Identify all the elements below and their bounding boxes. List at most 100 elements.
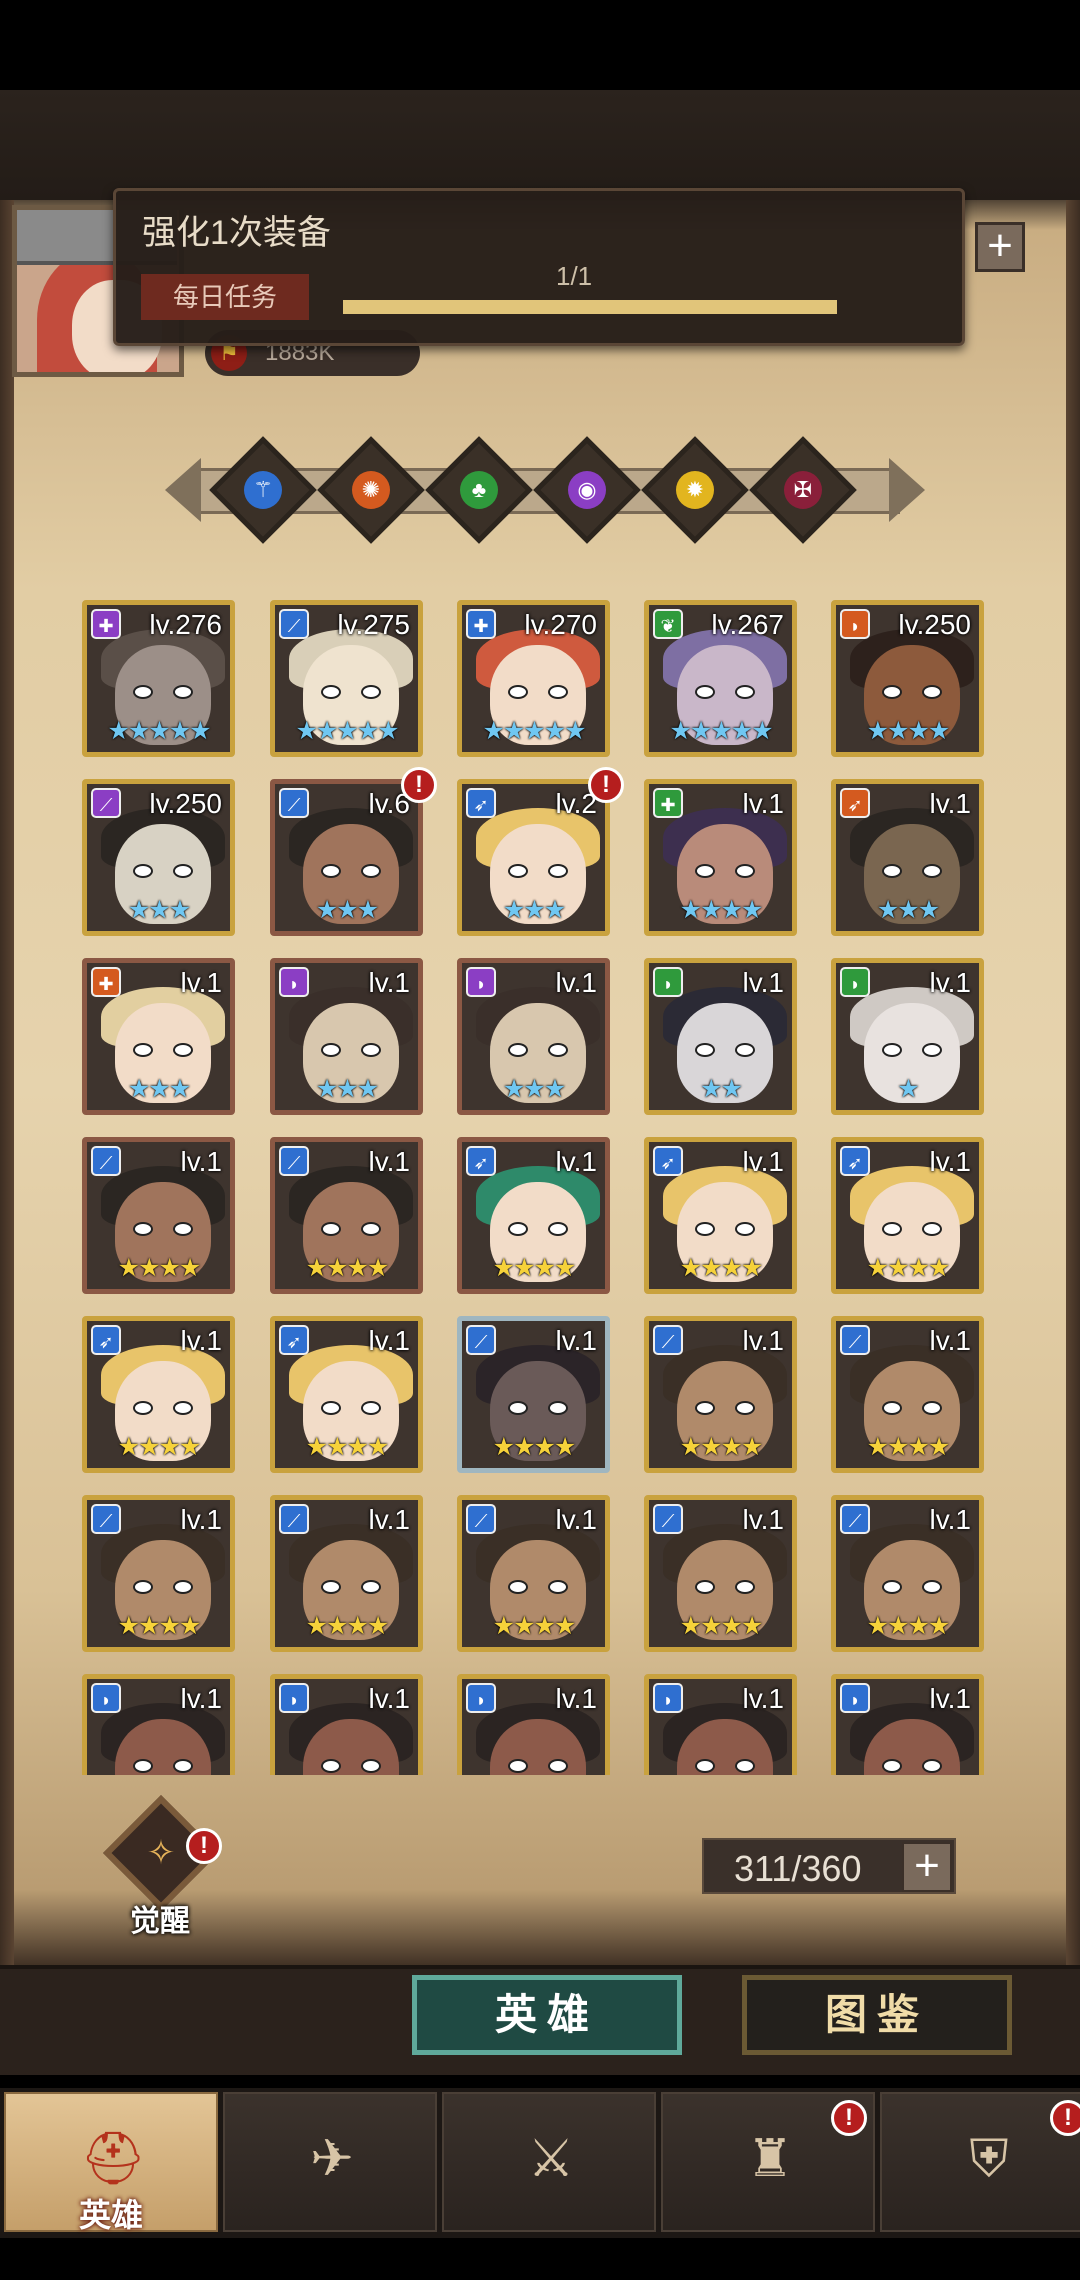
- hero-alert-badge: !: [588, 767, 624, 803]
- hero-class-icon: ◗: [653, 967, 683, 997]
- hero-card[interactable]: ⟋ lv.1 ★★★★: [270, 1495, 423, 1652]
- hero-card[interactable]: ⟋ lv.1 ★★★★: [644, 1495, 797, 1652]
- hero-eye: [133, 1580, 153, 1594]
- filter-left-arrow-icon[interactable]: [165, 458, 201, 522]
- hero-eye: [321, 864, 341, 878]
- hero-card[interactable]: ◗ lv.1 ★★★: [457, 958, 610, 1115]
- faction-filter-1[interactable]: ✺: [317, 436, 425, 544]
- hero-eye: [361, 1401, 381, 1415]
- hero-card[interactable]: ➶ lv.1 ★★★★: [82, 1316, 235, 1473]
- nav-battle[interactable]: ⚔: [442, 2092, 656, 2232]
- hero-eye: [735, 864, 755, 878]
- hero-card[interactable]: ◗ lv.250 ★★★★: [831, 600, 984, 757]
- hero-eye: [173, 1222, 193, 1236]
- hero-card[interactable]: ⟋ lv.1 ★★★★: [82, 1137, 235, 1294]
- hero-eye: [548, 1222, 568, 1236]
- status-bar: [0, 0, 1080, 90]
- faction-filter-2[interactable]: ♣: [425, 436, 533, 544]
- hero-card[interactable]: ❦ lv.267 ★★★★★: [644, 600, 797, 757]
- hero-class-icon: ◗: [840, 609, 870, 639]
- nav-heroes[interactable]: ⛑ 英雄: [4, 2092, 218, 2233]
- hero-level: lv.1: [742, 1504, 785, 1535]
- hero-eye: [695, 1401, 715, 1415]
- hero-alert-badge: !: [401, 767, 437, 803]
- hero-eye: [508, 1580, 528, 1594]
- hero-level: lv.1: [555, 1504, 598, 1535]
- hero-card[interactable]: ◗ lv.1: [831, 1674, 984, 1775]
- hero-class-icon: ◗: [653, 1683, 683, 1713]
- awaken-button[interactable]: ✧ 觉醒 !: [90, 1795, 230, 1940]
- codex-tab-button[interactable]: 图鉴: [742, 1975, 1012, 2055]
- hero-stars: ★★★★: [679, 1433, 764, 1461]
- nav-guild[interactable]: ⛨!: [880, 2092, 1080, 2232]
- awaken-label: 觉醒: [130, 1905, 190, 1938]
- hero-level: lv.270: [524, 609, 597, 640]
- hero-stars: ★★★★: [866, 1433, 951, 1461]
- hero-level: lv.250: [898, 609, 971, 640]
- hero-stars: ★★★★: [866, 717, 951, 745]
- hero-card[interactable]: ⟋ lv.1 ★★★★: [82, 1495, 235, 1652]
- heroes-tab-button[interactable]: 英雄: [412, 1975, 682, 2055]
- hero-level: lv.1: [742, 967, 785, 998]
- hero-eye: [133, 1222, 153, 1236]
- add-resource-button[interactable]: +: [975, 222, 1025, 272]
- hero-level: lv.1: [555, 1325, 598, 1356]
- hero-eye: [321, 1580, 341, 1594]
- hero-eye: [882, 685, 902, 699]
- hero-card[interactable]: ⟋ lv.1 ★★★★: [644, 1316, 797, 1473]
- nav-adventure[interactable]: ✈: [223, 2092, 437, 2232]
- hero-card[interactable]: ➶ lv.1 ★★★★: [831, 1137, 984, 1294]
- hero-card[interactable]: ⟋ lv.1 ★★★★: [831, 1495, 984, 1652]
- hero-eye: [508, 1043, 528, 1057]
- hero-capacity: 311/360 +: [702, 1838, 956, 1894]
- faction-filter-0[interactable]: ⚚: [209, 436, 317, 544]
- hero-card[interactable]: ✚ lv.270 ★★★★★: [457, 600, 610, 757]
- hero-level: lv.1: [929, 1325, 972, 1356]
- hero-class-icon: ➶: [840, 1146, 870, 1176]
- hero-class-icon: ◗: [840, 1683, 870, 1713]
- hero-eye: [695, 1222, 715, 1236]
- hero-eye: [882, 1222, 902, 1236]
- faction-filter-4[interactable]: ✹: [641, 436, 749, 544]
- hero-card[interactable]: ✚ lv.1 ★★★★: [644, 779, 797, 936]
- hero-eye: [361, 1580, 381, 1594]
- hero-card[interactable]: ⟋ lv.1 ★★★★: [457, 1316, 610, 1473]
- hero-card[interactable]: ⟋ lv.250 ★★★: [82, 779, 235, 936]
- filter-right-arrow-icon[interactable]: [889, 458, 925, 522]
- hero-card[interactable]: ⟋ lv.6 ★★★: [270, 779, 423, 936]
- faction-filter-5[interactable]: ✠: [749, 436, 857, 544]
- hero-card[interactable]: ➶ lv.2 ★★★: [457, 779, 610, 936]
- hero-eye: [922, 1222, 942, 1236]
- hero-card[interactable]: ➶ lv.1 ★★★★: [270, 1316, 423, 1473]
- hero-card[interactable]: ◗ lv.1: [644, 1674, 797, 1775]
- hero-class-icon: ◗: [279, 1683, 309, 1713]
- hero-card[interactable]: ◗ lv.1 ★: [831, 958, 984, 1115]
- hero-card[interactable]: ➶ lv.1 ★★★★: [644, 1137, 797, 1294]
- task-notification-banner[interactable]: 强化1次装备 每日任务 1/1: [113, 188, 965, 346]
- hero-class-icon: ⟋: [653, 1325, 683, 1355]
- hero-card[interactable]: ⟋ lv.1 ★★★★: [270, 1137, 423, 1294]
- castle-icon: ♜: [746, 2130, 794, 2188]
- hero-stars: ★★★: [502, 1075, 566, 1103]
- hero-level: lv.1: [368, 1683, 411, 1714]
- hero-card[interactable]: ⟋ lv.275 ★★★★★: [270, 600, 423, 757]
- hero-card[interactable]: ✚ lv.276 ★★★★★: [82, 600, 235, 757]
- hero-card[interactable]: ⟋ lv.1 ★★★★: [831, 1316, 984, 1473]
- hero-card[interactable]: ➶ lv.1 ★★★★: [457, 1137, 610, 1294]
- hero-card[interactable]: ➶ lv.1 ★★★: [831, 779, 984, 936]
- hero-eye: [922, 1401, 942, 1415]
- hero-card[interactable]: ◗ lv.1: [457, 1674, 610, 1775]
- hero-eye: [361, 1759, 381, 1773]
- faction-filter-3[interactable]: ◉: [533, 436, 641, 544]
- hero-eye: [735, 1580, 755, 1594]
- holy-faction-icon: ✹: [676, 471, 714, 509]
- expand-capacity-button[interactable]: +: [902, 1842, 952, 1892]
- hero-card[interactable]: ◗ lv.1 ★★: [644, 958, 797, 1115]
- hero-card[interactable]: ◗ lv.1 ★★★: [270, 958, 423, 1115]
- hero-card[interactable]: ◗ lv.1: [82, 1674, 235, 1775]
- hero-card[interactable]: ◗ lv.1: [270, 1674, 423, 1775]
- handshake-icon: ⛨: [969, 2130, 1009, 2188]
- hero-card[interactable]: ⟋ lv.1 ★★★★: [457, 1495, 610, 1652]
- nav-castle[interactable]: ♜!: [661, 2092, 875, 2232]
- hero-card[interactable]: ✚ lv.1 ★★★: [82, 958, 235, 1115]
